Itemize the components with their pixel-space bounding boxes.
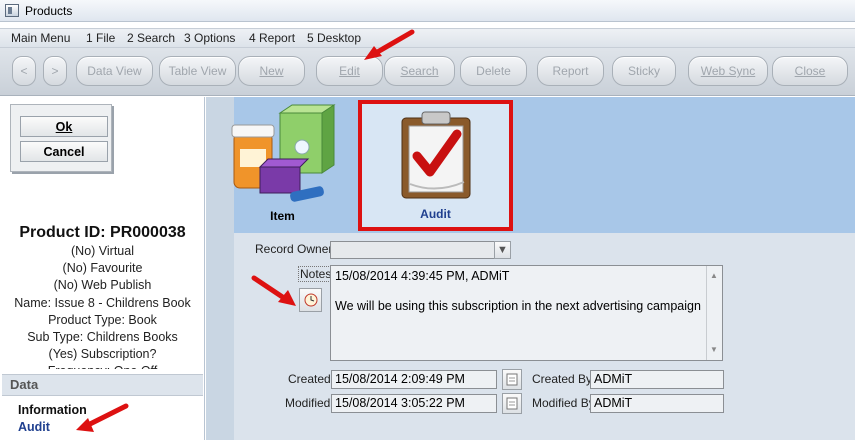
sticky-button[interactable]: Sticky (612, 56, 676, 86)
menu-bar: Main Menu 1 File 2 Search 3 Options 4 Re… (0, 28, 855, 48)
table-view-button[interactable]: Table View (159, 56, 236, 86)
main-area: Item Audit Record Owner ▼ Notes 15/08/20… (206, 97, 855, 440)
audit-link[interactable]: Audit (18, 420, 50, 434)
item-tile[interactable]: Item (210, 101, 355, 229)
clock-icon[interactable] (299, 288, 322, 312)
notes-textarea[interactable]: 15/08/2014 4:39:45 PM, ADMiT We will be … (330, 265, 723, 361)
arrow-annotation-icon (251, 275, 296, 306)
menu-desktop[interactable]: 5 Desktop (307, 31, 361, 45)
summary-web-publish: (No) Web Publish (53, 278, 152, 293)
product-id: Product ID: PR000038 (19, 224, 186, 241)
summary-sub-type: Sub Type: Childrens Books (27, 330, 178, 345)
created-by-field[interactable]: ADMiT (590, 370, 724, 389)
menu-main[interactable]: Main Menu (11, 31, 70, 45)
calendar-icon[interactable] (502, 393, 522, 414)
forward-button[interactable]: > (43, 56, 67, 86)
notes-label: Notes (298, 266, 334, 282)
modified-label: Modified (285, 396, 331, 410)
data-section-header: Data (2, 374, 203, 396)
new-button[interactable]: New (238, 56, 305, 86)
arrow-annotation-icon (76, 403, 129, 432)
created-by-label: Created By (532, 372, 593, 386)
notes-line-2: We will be using this subscription in th… (335, 299, 701, 313)
window-title: Products (25, 4, 73, 18)
created-label: Created (288, 372, 331, 386)
item-label: Item (270, 209, 295, 223)
notes-line-1: 15/08/2014 4:39:45 PM, ADMiT (335, 269, 510, 283)
menu-search[interactable]: 2 Search (127, 31, 175, 45)
summary-product-type: Product Type: Book (48, 312, 157, 327)
summary-virtual: (No) Virtual (71, 244, 134, 258)
product-summary: Product ID: PR000038 (No) Virtual (No) F… (0, 223, 205, 369)
modified-by-field[interactable]: ADMiT (590, 394, 724, 413)
modified-field[interactable]: 15/08/2014 3:05:22 PM (331, 394, 497, 413)
modified-by-label: Modified By (532, 396, 595, 410)
cancel-button[interactable]: Cancel (20, 141, 108, 162)
record-owner-select[interactable] (330, 241, 511, 259)
delete-button[interactable]: Delete (460, 56, 527, 86)
arrow-annotation-icon (364, 29, 415, 60)
audit-tile[interactable]: Audit (358, 100, 513, 231)
ok-button[interactable]: Ok (20, 116, 108, 137)
menu-report[interactable]: 4 Report (249, 31, 295, 45)
title-bar: Products (0, 0, 855, 22)
toolbar: < > Data View Table View New Edit Search… (0, 48, 855, 96)
action-box: Ok Cancel (10, 104, 112, 172)
report-button[interactable]: Report (537, 56, 604, 86)
summary-name: Name: Issue 8 - Childrens Book (14, 295, 191, 310)
calendar-icon[interactable] (502, 369, 522, 390)
notes-scrollbar[interactable]: ▲ ▼ (706, 266, 722, 360)
record-owner-label: Record Owner (255, 242, 333, 256)
created-field[interactable]: 15/08/2014 2:09:49 PM (331, 370, 497, 389)
chevron-down-icon[interactable]: ▼ (494, 241, 511, 259)
left-panel: Ok Cancel Product ID: PR000038 (No) Virt… (0, 97, 205, 440)
clipboard-check-icon (401, 111, 471, 199)
summary-subscription: (Yes) Subscription? (48, 347, 157, 362)
web-sync-button[interactable]: Web Sync (688, 56, 768, 86)
summary-frequency: Frequency: One Off (0, 363, 205, 369)
menu-file[interactable]: 1 File (86, 31, 115, 45)
item-icon (231, 104, 336, 202)
back-button[interactable]: < (12, 56, 36, 86)
close-button[interactable]: Close (772, 56, 848, 86)
data-view-button[interactable]: Data View (76, 56, 153, 86)
summary-favourite: (No) Favourite (62, 261, 143, 276)
app-icon (5, 4, 19, 17)
audit-label: Audit (420, 207, 451, 221)
menu-options[interactable]: 3 Options (184, 31, 235, 45)
